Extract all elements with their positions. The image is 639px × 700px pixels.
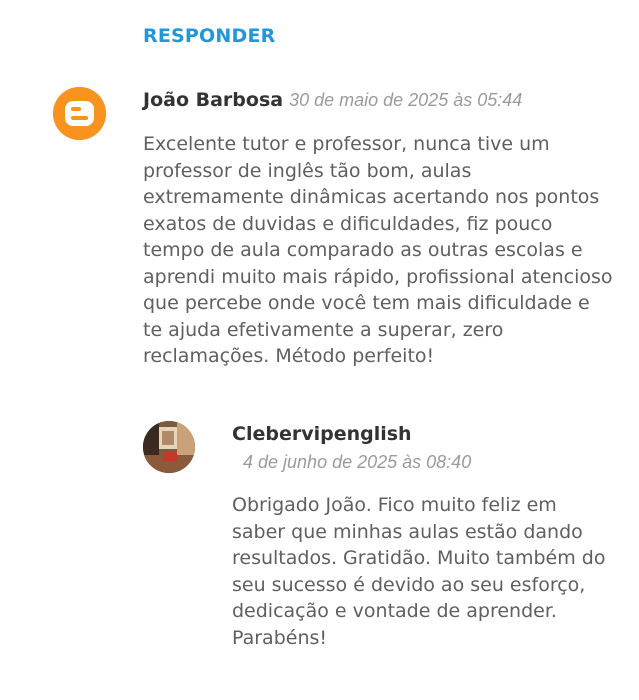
comment-author-name[interactable]: João Barbosa <box>143 89 283 111</box>
reply-link[interactable]: RESPONDER <box>143 25 275 47</box>
reply-text: Obrigado João. Fico muito feliz em saber… <box>232 494 606 649</box>
reply-timestamp[interactable]: 4 de junho de 2025 às 08:40 <box>243 452 471 473</box>
comment-timestamp[interactable]: 30 de maio de 2025 às 05:44 <box>289 90 522 110</box>
blogger-logo-icon <box>53 87 106 140</box>
comment-header: João Barbosa 30 de maio de 2025 às 05:44 <box>143 89 522 111</box>
reply-author-name[interactable]: Clebervipenglish <box>232 423 412 445</box>
comment-text: Excelente tutor e professor, nunca tive … <box>143 133 613 367</box>
reply-author-avatar <box>143 421 195 473</box>
